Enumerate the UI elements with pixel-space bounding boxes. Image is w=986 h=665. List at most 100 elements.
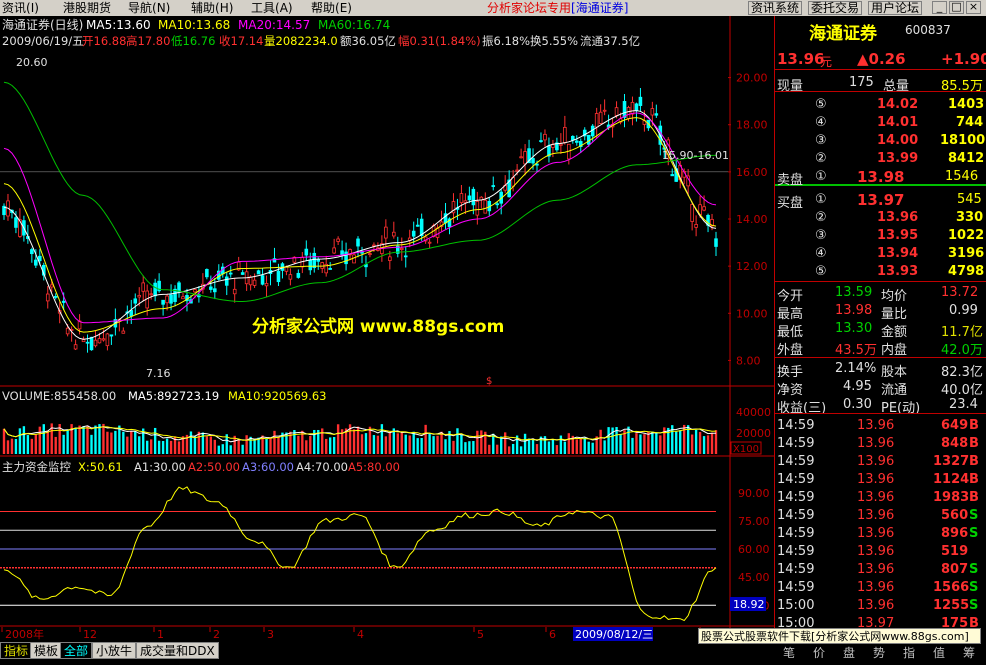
- panel-tab[interactable]: 盘: [834, 644, 864, 661]
- volume-bar: [161, 441, 165, 454]
- kline-chart[interactable]: 20.00 18.00 16.00 14.00 12.00 10.00 8.00 90.00…: [0, 16, 774, 642]
- minimize-button[interactable]: _: [932, 0, 947, 14]
- bid-level: ⑤: [815, 264, 827, 279]
- ask-price: 14.02: [877, 97, 919, 112]
- candle-body: [53, 296, 58, 298]
- candle-body: [85, 341, 90, 344]
- volume-bar: [651, 431, 654, 454]
- candle-body: [264, 283, 269, 287]
- price-unit: 元: [820, 55, 833, 69]
- promo-banner[interactable]: 股票公式股票软件下载[分析家公式网www.88gs.com]: [698, 628, 981, 644]
- tick-time: 14:59: [777, 454, 815, 469]
- menu-item-2[interactable]: 导航(N): [128, 0, 170, 16]
- timeline-cursor-date: 2009/08/12/三: [575, 628, 653, 641]
- menu-item-3[interactable]: 辅助(H): [191, 0, 233, 16]
- panel-tab[interactable]: 筹: [954, 644, 984, 661]
- price-tick-label: 12.00: [736, 260, 768, 273]
- trade-button[interactable]: 委托交易: [808, 1, 863, 15]
- volume-unit: X100: [733, 444, 759, 455]
- candle-body: [149, 293, 153, 296]
- volume-bar: [257, 437, 260, 454]
- tab-xiaofangniu[interactable]: 小放牛: [92, 642, 137, 659]
- volume-bar: [146, 440, 149, 454]
- menu-item-4[interactable]: 工具(A): [251, 0, 293, 16]
- candle-body: [256, 270, 261, 275]
- candle-body: [328, 268, 332, 270]
- bid-volume: 3196: [948, 246, 985, 261]
- tick-side: B: [969, 454, 979, 469]
- ask-level: ③: [815, 133, 827, 148]
- tick-volume: 1983: [933, 490, 970, 505]
- candle-body: [543, 133, 547, 141]
- volume-bar: [432, 436, 435, 454]
- volume-bar: [428, 433, 431, 454]
- candle-body: [463, 200, 468, 203]
- panel-tab[interactable]: 价: [804, 644, 834, 661]
- tick-price: 13.96: [857, 580, 895, 595]
- volume-bar: [690, 434, 694, 454]
- volume-bar: [603, 440, 606, 454]
- volume-bar: [631, 437, 634, 454]
- tick-time: 14:59: [777, 580, 815, 595]
- close-icon: ×: [968, 0, 979, 13]
- volume-bar: [675, 431, 678, 454]
- volume-bar: [559, 435, 563, 454]
- candle-body: [14, 217, 18, 228]
- volume-bar: [384, 436, 388, 454]
- info-system-button[interactable]: 资讯系统: [748, 1, 803, 15]
- panel-tab[interactable]: 值: [924, 644, 954, 661]
- indicator-tick-label: 45.00: [738, 571, 770, 584]
- candle-body: [252, 279, 257, 286]
- candle-body: [129, 310, 134, 317]
- menu-item-1[interactable]: 港股期货: [63, 0, 111, 16]
- forum-button[interactable]: 用户论坛: [868, 1, 923, 15]
- tick-volume: 1566: [933, 580, 970, 595]
- volume-bar: [18, 428, 22, 454]
- bid-price: 13.94: [877, 246, 919, 261]
- panel-tab[interactable]: 指: [894, 644, 924, 661]
- volume-bar: [149, 439, 153, 454]
- menu-item-0[interactable]: 资讯(I): [2, 0, 39, 16]
- tick-price: 13.96: [857, 544, 895, 559]
- stat-row: 今开 13.59 均价 13.72: [775, 284, 986, 304]
- tab-all[interactable]: 全部: [60, 642, 93, 659]
- tab-template[interactable]: 模板: [30, 642, 63, 659]
- tab-volume-ddx[interactable]: 成交量和DDX: [136, 642, 219, 659]
- stat-row: 最低 13.30 金额 11.7亿: [775, 320, 986, 340]
- price-tick-label: 20.00: [736, 72, 768, 85]
- volume-bar: [309, 436, 312, 454]
- price-tick-label: 10.00: [736, 307, 768, 320]
- timeline-label: 5: [477, 628, 484, 641]
- tick-row: 14:59 13.96 560 S: [775, 507, 986, 525]
- candle-body: [535, 163, 539, 166]
- candle-body: [133, 298, 138, 304]
- volume-bar: [241, 444, 244, 454]
- tick-price: 13.96: [857, 598, 895, 613]
- maximize-button[interactable]: □: [949, 0, 964, 14]
- volume-bar: [86, 425, 89, 454]
- candle-body: [193, 289, 197, 293]
- ask-level: ④: [815, 115, 827, 130]
- event-marker: $: [486, 376, 492, 387]
- timeline-label: 6: [549, 628, 556, 641]
- ask1-row[interactable]: 卖盘 ① 13.98 1546: [775, 168, 986, 188]
- tab-indicator[interactable]: 指标: [0, 642, 33, 659]
- tick-price: 13.96: [857, 472, 895, 487]
- candle-body: [352, 254, 356, 264]
- candle-body: [403, 255, 408, 258]
- bid1-row[interactable]: 买盘 ① 13.97 545: [775, 191, 986, 211]
- tick-side: S: [969, 508, 979, 523]
- stat-row: 收益(三) 0.30 PE(动) 23.4: [775, 396, 986, 416]
- panel-tab[interactable]: 笔: [774, 644, 804, 661]
- volume-bar: [519, 446, 523, 454]
- panel-tab[interactable]: 势: [864, 644, 894, 661]
- menu-item-5[interactable]: 帮助(E): [311, 0, 352, 16]
- candle-body: [312, 252, 317, 269]
- volume-bar: [245, 435, 248, 454]
- tick-time: 14:59: [777, 490, 815, 505]
- candle-body: [288, 274, 293, 280]
- volume-bar: [293, 430, 296, 454]
- volume-bar: [22, 426, 26, 454]
- close-button[interactable]: ×: [966, 0, 981, 14]
- candle-body: [471, 188, 476, 206]
